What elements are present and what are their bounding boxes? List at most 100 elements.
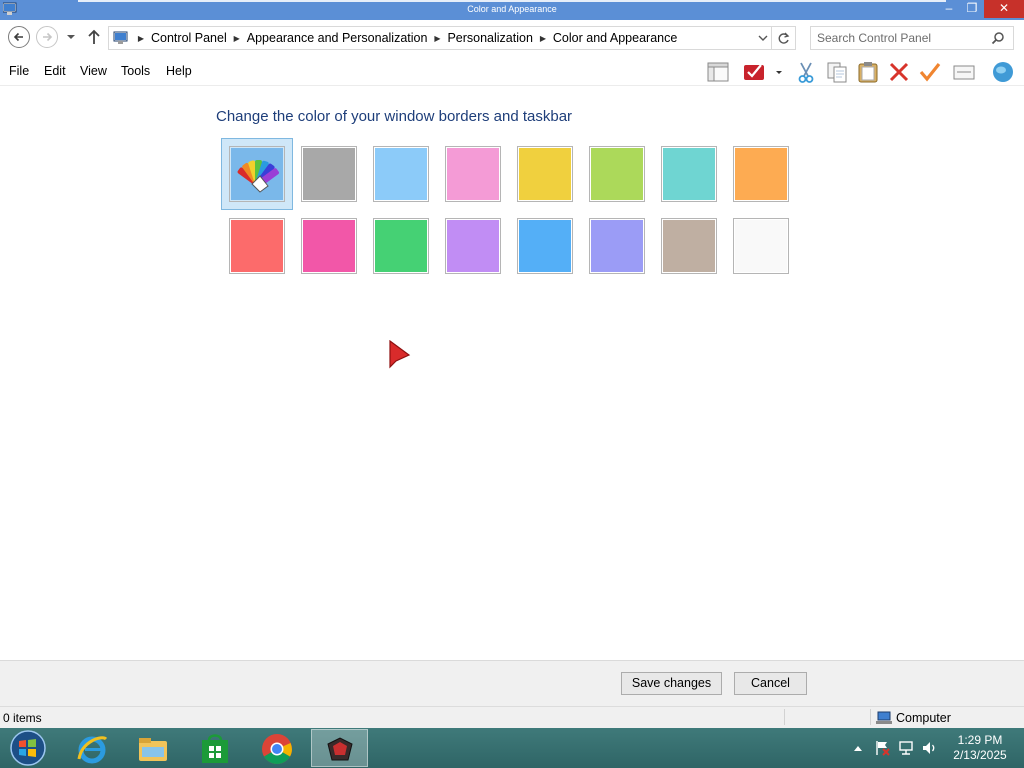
file-explorer-icon (139, 738, 167, 761)
color-swatch[interactable] (301, 146, 357, 202)
window-titlebar[interactable]: Color and Appearance – ❐ ✕ (0, 0, 1024, 20)
status-divider (870, 709, 871, 725)
breadcrumb: ▶ Control Panel ▶ Appearance and Persona… (133, 27, 679, 49)
breadcrumb-control-panel[interactable]: Control Panel (149, 31, 229, 45)
taskbar-internet-explorer[interactable] (64, 729, 120, 767)
refresh-button[interactable] (772, 26, 796, 50)
windows-store-icon (202, 734, 228, 763)
copy-button[interactable] (825, 60, 849, 84)
globe-icon (993, 62, 1013, 82)
layout-panel-icon (707, 62, 729, 82)
menu-file[interactable]: File (9, 64, 29, 78)
recent-locations-chevron-icon[interactable] (66, 32, 76, 42)
tray-overflow-chevron-icon[interactable] (854, 745, 862, 751)
forward-button[interactable] (36, 26, 58, 48)
dialog-footer: Save changes Cancel (0, 660, 1024, 706)
color-wheel-icon (231, 148, 283, 200)
volume-icon[interactable] (922, 740, 938, 756)
status-items-count: 0 items (3, 711, 42, 725)
action-center-flag-icon[interactable] (875, 740, 891, 756)
color-swatch[interactable] (589, 146, 645, 202)
color-swatch[interactable] (445, 146, 501, 202)
red-check-dropdown-button[interactable] (742, 60, 786, 84)
cancel-button[interactable]: Cancel (734, 672, 807, 695)
clock-time: 1:29 PM (957, 733, 1003, 747)
layout-panel-button[interactable] (706, 60, 730, 84)
up-arrow-icon[interactable] (86, 28, 102, 46)
internet-explorer-icon (77, 736, 108, 764)
menu-bar: File Edit View Tools Help (0, 56, 1024, 86)
address-field[interactable]: ▶ Control Panel ▶ Appearance and Persona… (108, 26, 772, 50)
close-button[interactable]: ✕ (984, 0, 1024, 18)
color-swatch[interactable] (445, 218, 501, 274)
breadcrumb-personalization[interactable]: Personalization (445, 31, 534, 45)
taskbar: 1:29 PM 2/13/2025 (0, 728, 1024, 768)
delete-button[interactable] (887, 60, 911, 84)
page-heading: Change the color of your window borders … (216, 108, 573, 125)
breadcrumb-separator-icon[interactable]: ▶ (535, 34, 551, 43)
color-swatch[interactable] (517, 218, 573, 274)
color-swatch[interactable] (733, 218, 789, 274)
breadcrumb-color-appearance[interactable]: Color and Appearance (551, 31, 679, 45)
search-icon[interactable] (991, 31, 1005, 45)
delete-icon (889, 62, 909, 82)
color-swatch[interactable] (733, 146, 789, 202)
taskbar-file-explorer[interactable] (125, 729, 181, 767)
search-field[interactable] (810, 26, 1014, 50)
color-appearance-app-icon (327, 737, 353, 761)
breadcrumb-separator-icon[interactable]: ▶ (133, 34, 149, 43)
cut-button[interactable] (794, 60, 818, 84)
breadcrumb-separator-icon[interactable]: ▶ (229, 34, 245, 43)
checkmark-icon (919, 63, 941, 82)
swatch-automatic[interactable] (229, 146, 285, 202)
window-title: Color and Appearance (467, 4, 557, 14)
menu-edit[interactable]: Edit (44, 64, 66, 78)
status-zone-label: Computer (896, 711, 951, 725)
breadcrumb-appearance-personalization[interactable]: Appearance and Personalization (245, 31, 430, 45)
color-swatch[interactable] (661, 146, 717, 202)
status-divider (784, 709, 785, 725)
taskbar-chrome[interactable] (249, 729, 305, 767)
color-swatch[interactable] (373, 218, 429, 274)
control-panel-location-icon (113, 31, 128, 44)
computer-icon (876, 711, 892, 724)
color-swatch[interactable] (301, 218, 357, 274)
chrome-icon (262, 734, 292, 765)
cut-icon (798, 62, 814, 83)
mouse-cursor-icon (389, 340, 411, 369)
start-button[interactable] (6, 728, 50, 768)
color-swatch[interactable] (661, 218, 717, 274)
restore-button[interactable]: ❐ (961, 0, 983, 18)
save-changes-button[interactable]: Save changes (621, 672, 722, 695)
menu-view[interactable]: View (80, 64, 107, 78)
color-swatch[interactable] (229, 218, 285, 274)
clock-date: 2/13/2025 (953, 748, 1007, 762)
taskbar-clock[interactable]: 1:29 PM 2/13/2025 (948, 733, 1012, 763)
refresh-icon (778, 32, 790, 44)
network-icon[interactable] (898, 740, 914, 756)
color-swatch[interactable] (589, 218, 645, 274)
menu-help[interactable]: Help (166, 64, 192, 78)
titlebar-accent-line (78, 0, 946, 2)
navigation-bar: ▶ Control Panel ▶ Appearance and Persona… (0, 20, 1024, 56)
properties-icon (953, 65, 975, 80)
search-input[interactable] (817, 30, 987, 46)
globe-button[interactable] (991, 60, 1015, 84)
taskbar-color-appearance-active[interactable] (311, 729, 368, 767)
color-swatch[interactable] (517, 146, 573, 202)
color-swatch[interactable] (373, 146, 429, 202)
desktop-screen: Color and Appearance – ❐ ✕ ▶ Control Pan… (0, 0, 1024, 768)
status-bar: 0 items Computer (0, 706, 1024, 728)
apply-button[interactable] (918, 60, 942, 84)
red-checkmark-dropdown-icon (744, 64, 782, 80)
back-button[interactable] (8, 26, 30, 48)
back-arrow-icon (13, 32, 23, 42)
properties-button[interactable] (952, 60, 976, 84)
taskbar-windows-store[interactable] (187, 729, 243, 767)
minimize-button[interactable]: – (938, 0, 960, 18)
address-dropdown-icon[interactable] (756, 32, 770, 44)
forward-arrow-icon (43, 32, 53, 42)
paste-button[interactable] (856, 60, 880, 84)
breadcrumb-separator-icon[interactable]: ▶ (429, 34, 445, 43)
menu-tools[interactable]: Tools (121, 64, 150, 78)
